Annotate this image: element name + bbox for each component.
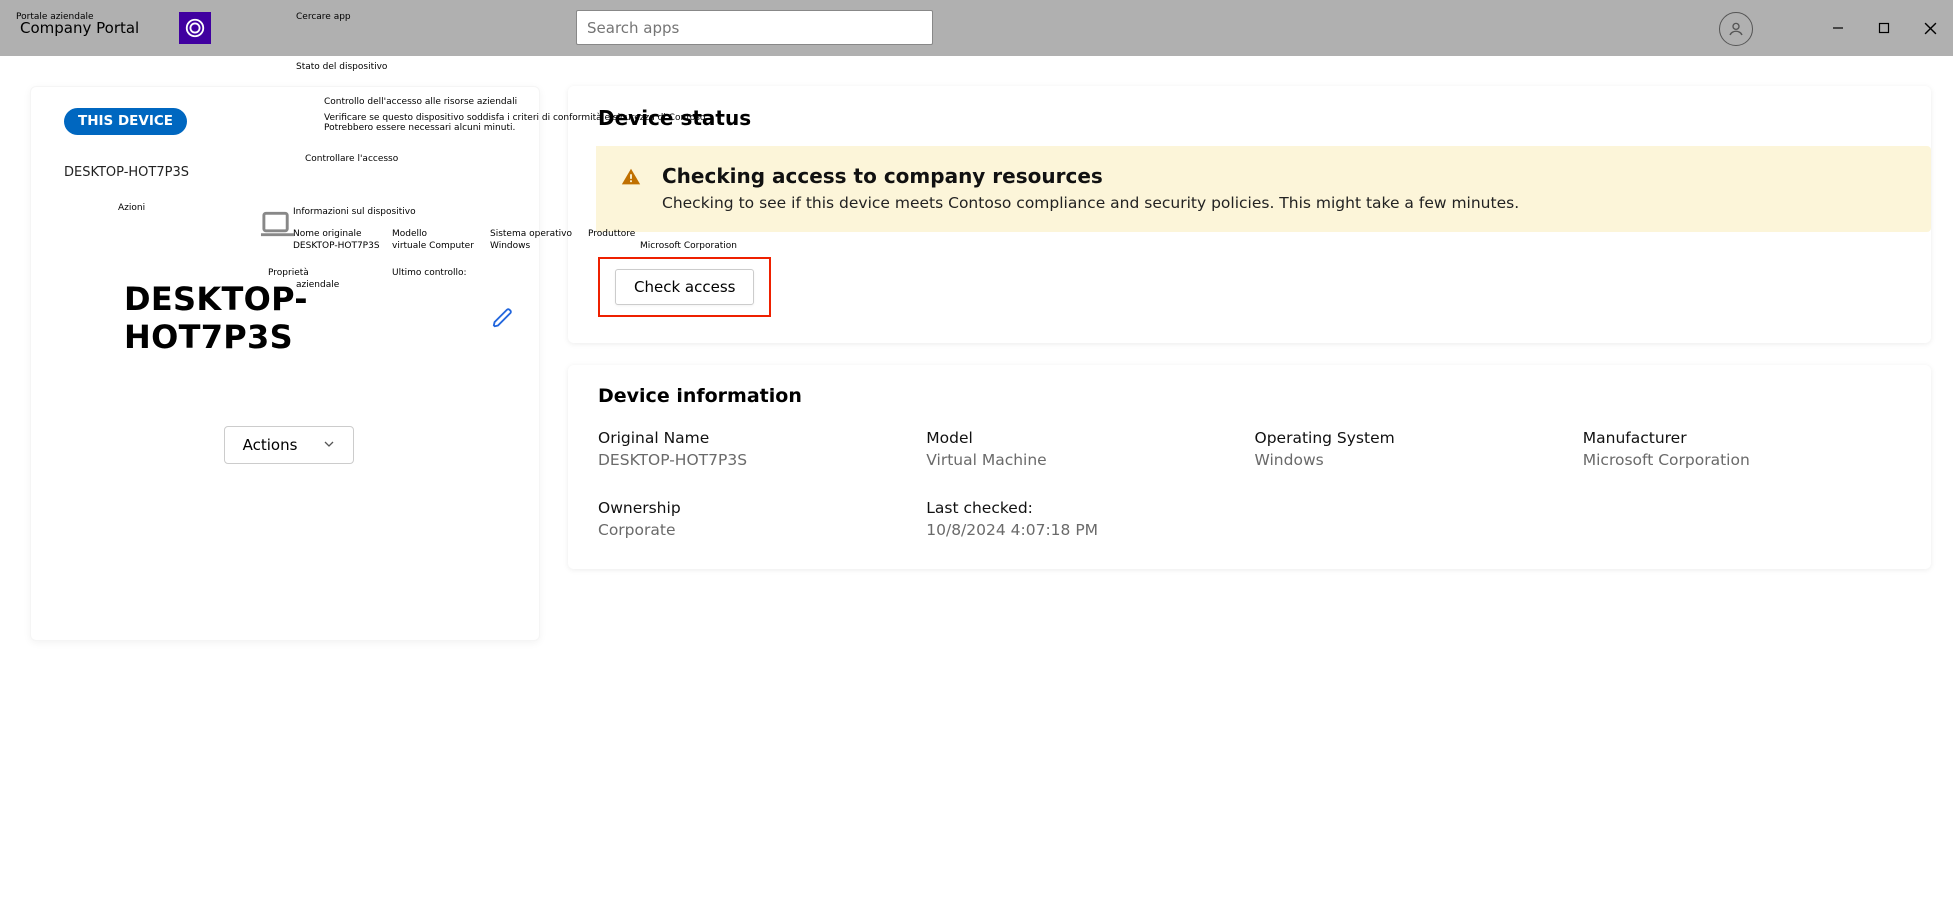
info-label: Operating System	[1255, 429, 1573, 447]
status-alert: Checking access to company resources Che…	[596, 146, 1931, 232]
search-input[interactable]	[587, 19, 922, 37]
device-status-title: Device status	[598, 106, 1901, 130]
info-label: Ownership	[598, 499, 916, 517]
alert-desc: Checking to see if this device meets Con…	[662, 194, 1519, 212]
device-info-grid: Original Name DESKTOP-HOT7P3S Model Virt…	[598, 429, 1901, 539]
user-button[interactable]	[1719, 12, 1753, 46]
info-model: Model Virtual Machine	[926, 429, 1244, 469]
info-value: Windows	[1255, 451, 1573, 469]
chevron-down-icon	[323, 436, 335, 454]
info-value: Microsoft Corporation	[1583, 451, 1901, 469]
info-label: Last checked:	[926, 499, 1244, 517]
device-short-name: DESKTOP-HOT7P3S	[64, 165, 514, 180]
window-controls	[1815, 0, 1953, 56]
app-title: Company Portal	[20, 0, 139, 56]
actions-label: Actions	[243, 436, 298, 454]
info-label: Original Name	[598, 429, 916, 447]
info-value: DESKTOP-HOT7P3S	[598, 451, 916, 469]
info-label: Model	[926, 429, 1244, 447]
device-status-card: Device status Checking access to company…	[568, 86, 1931, 343]
close-button[interactable]	[1907, 0, 1953, 56]
minimize-button[interactable]	[1815, 0, 1861, 56]
check-access-highlight: Check access	[598, 257, 771, 317]
app-icon	[179, 12, 211, 44]
this-device-pill: THIS DEVICE	[64, 108, 187, 135]
info-last-checked: Last checked: 10/8/2024 4:07:18 PM	[926, 499, 1244, 539]
info-value: Virtual Machine	[926, 451, 1244, 469]
device-title: DESKTOP-HOT7P3S	[124, 280, 474, 356]
titlebar: Portale aziendale Company Portal Cercare…	[0, 0, 1953, 56]
edit-icon[interactable]	[492, 307, 514, 329]
info-original-name: Original Name DESKTOP-HOT7P3S	[598, 429, 916, 469]
info-label: Manufacturer	[1583, 429, 1901, 447]
check-access-button[interactable]: Check access	[615, 269, 754, 305]
actions-button[interactable]: Actions	[224, 426, 354, 464]
info-value: 10/8/2024 4:07:18 PM	[926, 521, 1244, 539]
search-box[interactable]	[576, 10, 933, 45]
annot-portal: Portale aziendale	[16, 12, 94, 22]
alert-heading: Checking access to company resources	[662, 164, 1519, 188]
warning-icon	[620, 166, 642, 193]
info-ownership: Ownership Corporate	[598, 499, 916, 539]
device-info-card: Device information Original Name DESKTOP…	[568, 365, 1931, 569]
annot-search: Cercare app	[296, 12, 351, 22]
info-manufacturer: Manufacturer Microsoft Corporation	[1583, 429, 1901, 469]
info-value: Corporate	[598, 521, 916, 539]
device-card: THIS DEVICE DESKTOP-HOT7P3S DESKTOP-HOT7…	[30, 86, 540, 641]
info-os: Operating System Windows	[1255, 429, 1573, 469]
maximize-button[interactable]	[1861, 0, 1907, 56]
device-info-title: Device information	[598, 385, 1901, 407]
